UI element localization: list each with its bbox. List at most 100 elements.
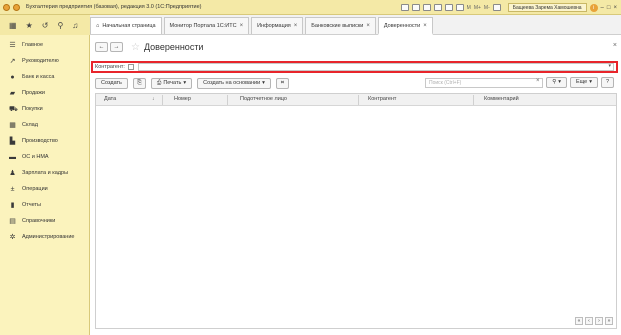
more-label: Еще	[576, 79, 588, 85]
help-button[interactable]: ?	[601, 77, 614, 88]
user-name[interactable]: Бащеева Зарема Хамошевна	[507, 3, 587, 12]
counterparty-filter: Контрагент: ▾	[91, 61, 618, 73]
memory-counter[interactable]: M	[467, 5, 471, 11]
info-icon[interactable]: i	[589, 3, 598, 12]
operations-icon: ±	[10, 185, 15, 193]
close-tab-icon[interactable]: ×	[294, 23, 298, 29]
sidebar-item-assets[interactable]: ▬ ОС и НМА	[0, 149, 89, 165]
tab-label: Монитор Портала 1С:ИТС	[169, 23, 237, 29]
search-options-button[interactable]: ⚲ ▾	[546, 77, 568, 88]
sidebar-item-purchases[interactable]: ⛟ Покупки	[0, 101, 89, 117]
minimize-icon[interactable]: –	[601, 5, 604, 11]
tool-icon[interactable]	[433, 4, 442, 11]
table-header: Дата ↓ Номер Подотчетное лицо Контрагент…	[96, 94, 616, 106]
close-tab-icon[interactable]: ×	[423, 23, 427, 29]
close-tab-icon[interactable]: ×	[366, 23, 370, 29]
documents-table[interactable]: Дата ↓ Номер Подотчетное лицо Контрагент…	[95, 93, 617, 329]
clear-search-icon[interactable]: ×	[536, 78, 540, 84]
chevron-down-icon: ▾	[262, 80, 265, 86]
search-icon: ⚲	[552, 79, 557, 85]
sidebar-item-bank[interactable]: ● Банк и касса	[0, 69, 89, 85]
main-form: ← → ☆ Доверенности × Контрагент: ▾ Созда…	[91, 35, 621, 335]
book-icon: ▤	[9, 217, 16, 225]
create-based-on-button[interactable]: Создать на основании ▾	[197, 78, 271, 89]
tool-icon[interactable]	[422, 4, 431, 11]
create-based-on-label: Создать на основании	[203, 80, 261, 86]
sidebar-item-main[interactable]: ☰ Главное	[0, 37, 89, 53]
search-icon[interactable]: ⚲	[57, 21, 63, 30]
sidebar-item-warehouse[interactable]: ▦ Склад	[0, 117, 89, 133]
more-button[interactable]: Еще ▾	[570, 77, 598, 88]
tab-information[interactable]: Информация ×	[251, 17, 304, 34]
gear-icon: ✲	[9, 233, 16, 241]
sidebar-item-operations[interactable]: ± Операции	[0, 181, 89, 197]
command-bar-right: ⚲ ▾ Еще ▾ ?	[546, 77, 617, 88]
favorites-star-icon[interactable]: ★	[26, 21, 33, 30]
print-label: Печать	[163, 80, 182, 86]
sidebar-item-reports[interactable]: ▮ Отчеты	[0, 197, 89, 213]
column-comment[interactable]: Комментарий	[484, 96, 519, 102]
next-page-button[interactable]: ›	[595, 317, 603, 325]
zoom-icon[interactable]	[492, 4, 501, 11]
tab-powers-of-attorney[interactable]: Доверенности ×	[377, 17, 433, 35]
sidebar-item-salary[interactable]: ♟ Зарплата и кадры	[0, 165, 89, 181]
tab-label: Информация	[257, 23, 291, 29]
create-button[interactable]: Создать	[95, 78, 128, 89]
print-button[interactable]: ⎙ Печать ▾	[150, 78, 193, 89]
sidebar-item-manager[interactable]: ↗ Руководителю	[0, 53, 89, 69]
column-separator	[227, 95, 228, 105]
tool-icon[interactable]	[400, 4, 409, 11]
main-menu-icon[interactable]	[13, 3, 20, 11]
tool-icon[interactable]	[411, 4, 420, 11]
first-page-button[interactable]: «	[575, 317, 583, 325]
memory-minus[interactable]: M-	[484, 5, 490, 11]
filter-checkbox[interactable]	[127, 64, 134, 70]
tool-icon[interactable]	[444, 4, 453, 11]
column-separator	[162, 95, 163, 105]
copy-icon[interactable]: ⎘	[132, 78, 146, 89]
chevron-down-icon: ▾	[589, 79, 592, 85]
column-separator	[358, 95, 359, 105]
page-title: Доверенности	[143, 42, 204, 52]
column-number[interactable]: Номер	[174, 96, 191, 102]
sidebar-item-admin[interactable]: ✲ Администрирование	[0, 229, 89, 245]
tab-home[interactable]: ⌂ Начальная страница	[90, 17, 162, 34]
history-icon[interactable]: ↺	[42, 21, 49, 30]
menu-lines-icon: ☰	[9, 41, 16, 49]
tab-its-monitor[interactable]: Монитор Портала 1С:ИТС ×	[163, 17, 250, 34]
close-form-icon[interactable]: ×	[613, 42, 617, 49]
column-date[interactable]: Дата	[104, 96, 116, 102]
search-input[interactable]: Поиск (Ctrl+F)	[425, 78, 543, 88]
column-accountable-person[interactable]: Подотчетное лицо	[240, 96, 287, 102]
command-bar: Создать ⎘ ⎙ Печать ▾ Создать на основани…	[95, 77, 617, 90]
sidebar-item-catalogs[interactable]: ▤ Справочники	[0, 213, 89, 229]
dropdown-icon[interactable]: ▾	[608, 63, 611, 69]
apps-grid-icon[interactable]: ▦	[9, 21, 17, 30]
calendar-icon[interactable]	[455, 4, 464, 11]
bell-icon[interactable]: ♫	[72, 21, 78, 30]
close-window-icon[interactable]: ×	[613, 5, 617, 11]
structure-icon[interactable]: ⌗	[275, 78, 289, 89]
top-panel: ▦ ★ ↺ ⚲ ♫ ⌂ Начальная страница Монитор П…	[0, 15, 621, 35]
favorite-star-icon[interactable]: ☆	[131, 42, 140, 53]
memory-plus[interactable]: M+	[474, 5, 481, 11]
last-page-button[interactable]: »	[605, 317, 613, 325]
filter-label: Контрагент:	[95, 64, 125, 70]
printer-icon: ⎙	[156, 80, 162, 86]
people-icon: ♟	[9, 169, 16, 177]
sidebar-item-production[interactable]: ▙ Производство	[0, 133, 89, 149]
counterparty-input[interactable]: ▾	[137, 63, 614, 71]
sort-arrow-icon: ↓	[152, 96, 155, 102]
truck-icon: ▬	[9, 153, 16, 161]
bag-icon: ▰	[9, 89, 16, 97]
tab-bank-statements[interactable]: Банковские выписки ×	[305, 17, 376, 34]
back-button[interactable]: ←	[95, 42, 108, 52]
factory-icon: ▙	[9, 137, 16, 145]
column-counterparty[interactable]: Контрагент	[368, 96, 396, 102]
restore-icon[interactable]: □	[607, 5, 611, 11]
close-tab-icon[interactable]: ×	[240, 23, 244, 29]
prev-page-button[interactable]: ‹	[585, 317, 593, 325]
forward-button[interactable]: →	[110, 42, 123, 52]
sidebar-item-sales[interactable]: ▰ Продажи	[0, 85, 89, 101]
coin-icon: ●	[10, 73, 15, 81]
